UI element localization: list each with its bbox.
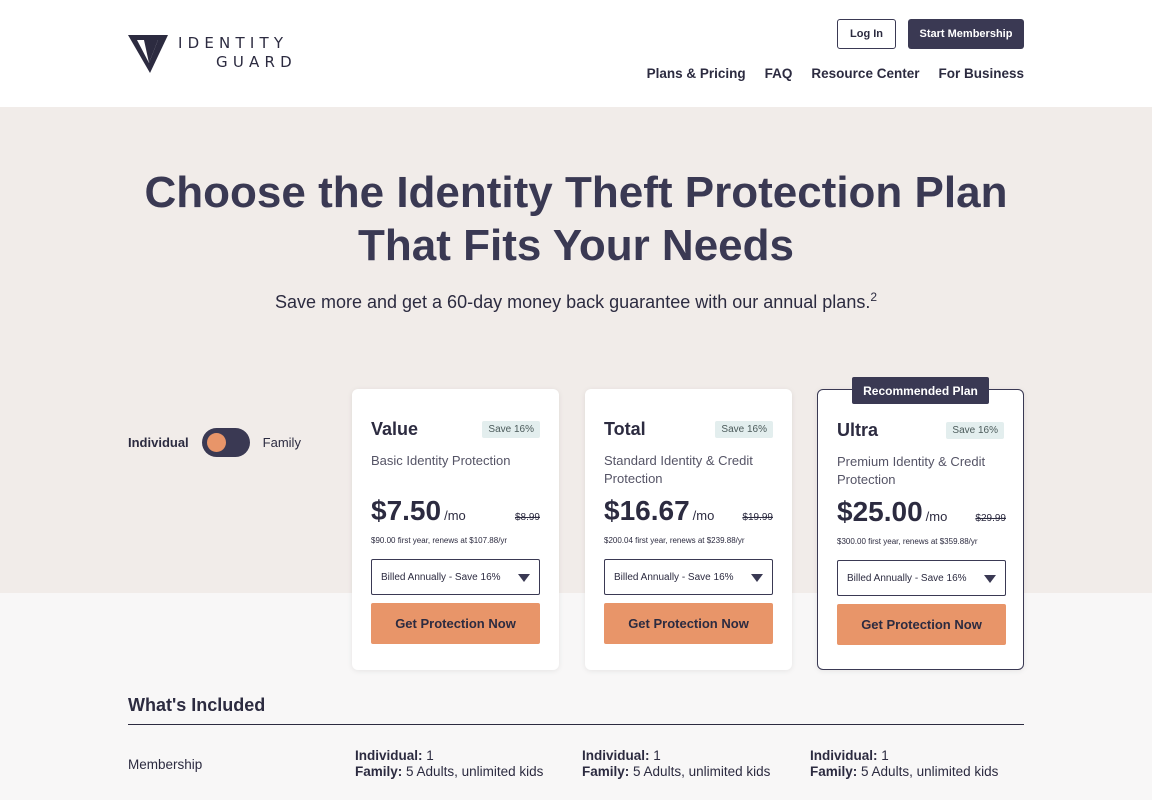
family-label: Family: (355, 764, 403, 779)
main-nav: Plans & Pricing FAQ Resource Center For … (647, 66, 1024, 81)
individual-value: 1 (653, 748, 661, 763)
toggle-label-individual[interactable]: Individual (128, 435, 189, 450)
divider (128, 724, 1024, 725)
included-heading: What's Included (128, 695, 266, 715)
billing-select-value: Billed Annually - Save 16% (381, 571, 501, 583)
individual-label: Individual: (355, 748, 423, 763)
plan-name: Ultra (837, 420, 879, 440)
plan-price-value: $7.50 (371, 495, 442, 526)
plan-description: Premium Identity & Credit Protection (837, 454, 986, 487)
login-button[interactable]: Log In (837, 19, 896, 49)
billing-select-value: Billed Annually - Save 16% (614, 571, 734, 583)
old-price: $8.99 (514, 512, 540, 523)
nav-faq[interactable]: FAQ (765, 66, 793, 81)
shield-logo-icon (128, 35, 168, 73)
get-protection-button[interactable]: Get Protection Now (604, 603, 773, 644)
renewal-note: $300.00 first year, renews at $359.88/yr (837, 537, 978, 546)
family-label: Family: (810, 764, 858, 779)
save-badge: Save 16% (715, 421, 773, 438)
old-price: $29.99 (975, 513, 1006, 524)
plan-price-value: $25.00 (837, 496, 923, 527)
price-period: /mo (925, 509, 948, 524)
billing-select[interactable]: Billed Annually - Save 16% (837, 560, 1006, 596)
renewal-note: $90.00 first year, renews at $107.88/yr (371, 536, 508, 545)
family-label: Family: (582, 764, 630, 779)
save-badge: Save 16% (946, 422, 1004, 439)
plan-card-total: Total Save 16% Standard Identity & Credi… (585, 389, 792, 670)
plan-card-ultra: Ultra Save 16% Premium Identity & Credit… (817, 389, 1024, 670)
toggle-label-family[interactable]: Family (263, 435, 301, 450)
brand-logo[interactable]: IDENTITY GUARD (128, 33, 297, 73)
family-value: 5 Adults, unlimited kids (861, 764, 999, 779)
brand-line2: GUARD (216, 53, 297, 71)
individual-value: 1 (881, 748, 889, 763)
individual-value: 1 (426, 748, 434, 763)
page-title-line2: That Fits Your Needs (357, 221, 794, 270)
brand-line1: IDENTITY (178, 34, 289, 52)
plan-price: $16.67/mo (604, 495, 714, 527)
plan-description: Basic Identity Protection (371, 453, 511, 468)
recommended-badge: Recommended Plan (852, 377, 989, 404)
old-price: $19.99 (742, 512, 773, 523)
individual-label: Individual: (810, 748, 878, 763)
feature-row-label: Membership (128, 757, 203, 772)
billing-select-value: Billed Annually - Save 16% (847, 572, 967, 584)
plan-name: Total (604, 419, 646, 439)
page-title-line1: Choose the Identity Theft Protection Pla… (144, 168, 1008, 217)
plan-type-toggle-row: Individual Family (128, 428, 301, 457)
price-period: /mo (692, 508, 715, 523)
chevron-down-icon (984, 575, 996, 583)
feature-cell-value: Individual: 1 Family: 5 Adults, unlimite… (355, 748, 543, 780)
hero-subtitle: Save more and get a 60-day money back gu… (0, 290, 1152, 313)
chevron-down-icon (518, 574, 530, 582)
start-membership-button[interactable]: Start Membership (908, 19, 1024, 49)
get-protection-button[interactable]: Get Protection Now (371, 603, 540, 644)
nav-for-business[interactable]: For Business (938, 66, 1024, 81)
get-protection-button[interactable]: Get Protection Now (837, 604, 1006, 645)
plan-description: Standard Identity & Credit Protection (604, 453, 753, 486)
feature-cell-ultra: Individual: 1 Family: 5 Adults, unlimite… (810, 748, 998, 780)
site-header: IDENTITY GUARD Log In Start Membership P… (0, 0, 1152, 107)
feature-cell-total: Individual: 1 Family: 5 Adults, unlimite… (582, 748, 770, 780)
plan-price-value: $16.67 (604, 495, 690, 526)
nav-plans-pricing[interactable]: Plans & Pricing (647, 66, 746, 81)
price-row: $7.50/mo $8.99 (371, 495, 540, 529)
page-title: Choose the Identity Theft Protection Pla… (0, 166, 1152, 272)
price-period: /mo (444, 508, 466, 523)
footnote-ref[interactable]: 2 (870, 290, 877, 304)
price-row: $25.00/mo $29.99 (837, 496, 1006, 530)
individual-label: Individual: (582, 748, 650, 763)
plan-name: Value (371, 419, 419, 439)
plan-type-toggle[interactable] (201, 428, 250, 457)
renewal-note: $200.04 first year, renews at $239.88/yr (604, 536, 745, 545)
billing-select[interactable]: Billed Annually - Save 16% (371, 559, 540, 595)
hero-subtitle-text: Save more and get a 60-day money back gu… (274, 292, 871, 312)
chevron-down-icon (751, 574, 763, 582)
toggle-knob (206, 433, 226, 452)
billing-select[interactable]: Billed Annually - Save 16% (604, 559, 773, 595)
price-row: $16.67/mo $19.99 (604, 495, 773, 529)
plan-price: $7.50/mo (371, 495, 466, 527)
save-badge: Save 16% (482, 421, 540, 438)
brand-wordmark: IDENTITY GUARD (178, 34, 297, 72)
plan-price: $25.00/mo (837, 496, 947, 528)
nav-resource-center[interactable]: Resource Center (811, 66, 919, 81)
family-value: 5 Adults, unlimited kids (633, 764, 771, 779)
plan-card-value: Value Save 16% Basic Identity Protection… (352, 389, 559, 670)
family-value: 5 Adults, unlimited kids (406, 764, 544, 779)
